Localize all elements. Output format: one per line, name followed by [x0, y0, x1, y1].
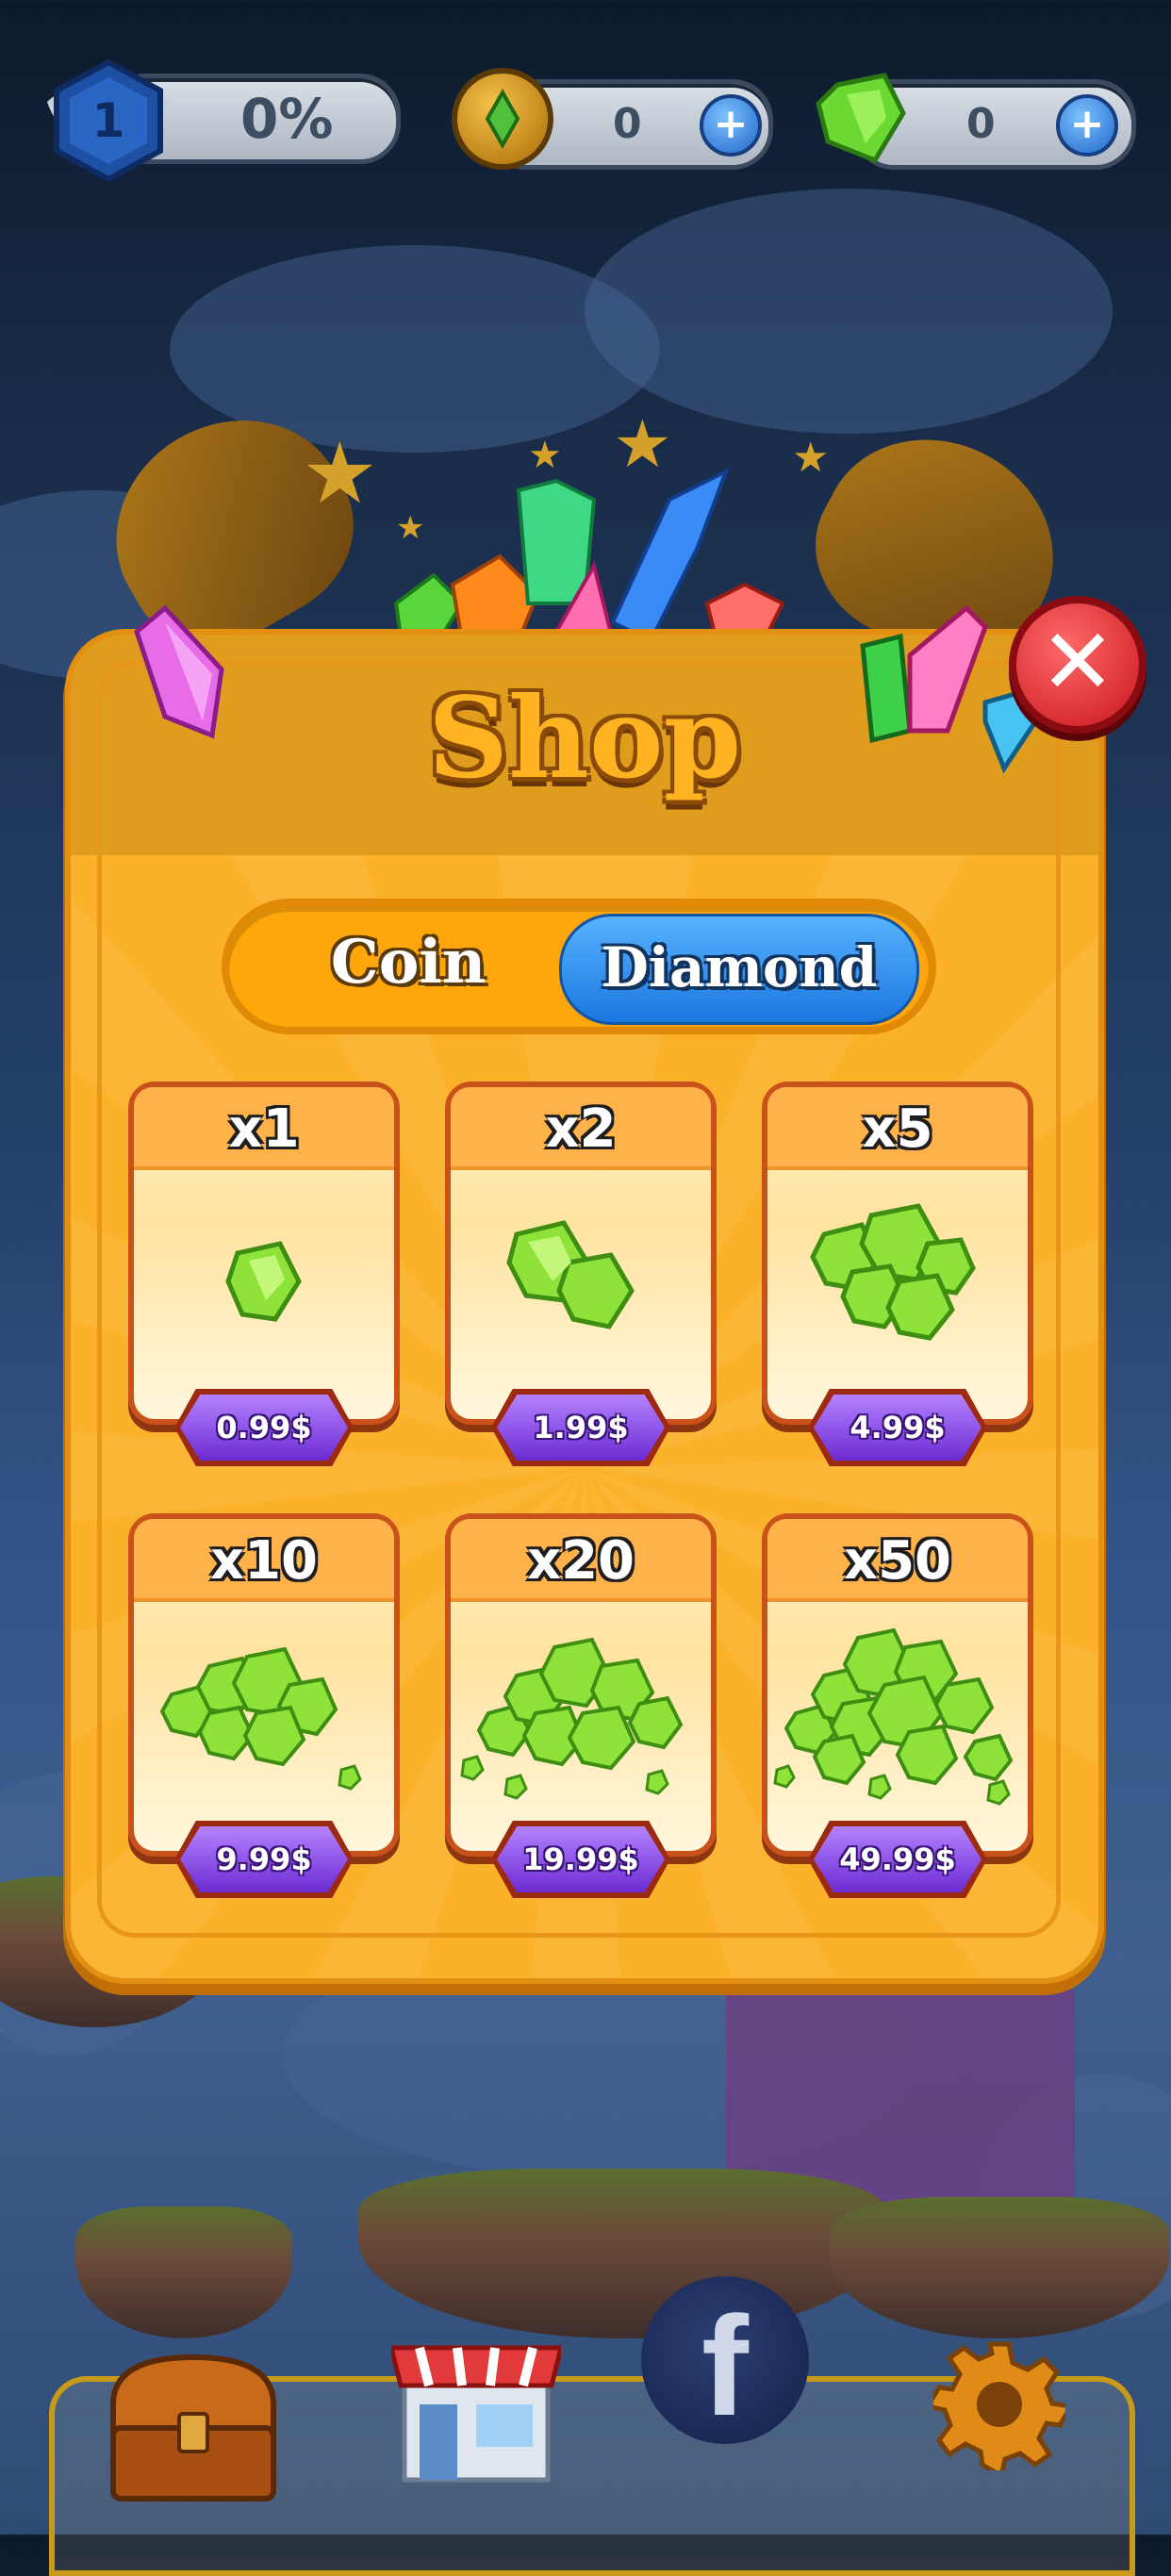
item-quantity: x10 [209, 1530, 319, 1592]
star-decoration: ★ [302, 424, 378, 523]
diamond-pile-icon [506, 1220, 635, 1329]
floating-island [358, 2169, 886, 2338]
price-button[interactable]: 19.99$ [497, 1826, 665, 1892]
settings-gear-icon[interactable] [933, 2338, 1065, 2470]
shop-item-card[interactable]: x50 [767, 1519, 1028, 1851]
coin-icon [457, 74, 548, 164]
price-button[interactable]: 0.99$ [180, 1395, 348, 1461]
facebook-icon: f [701, 2287, 749, 2445]
shop-item-card[interactable]: x20 [451, 1519, 711, 1851]
shop-item-card[interactable]: x10 [134, 1519, 394, 1851]
shop-item-card[interactable]: x5 [767, 1087, 1028, 1419]
price-button[interactable]: 49.99$ [814, 1826, 981, 1892]
close-button[interactable]: ✕ [1016, 603, 1139, 726]
close-x-icon: ✕ [1039, 609, 1116, 715]
tab-diamond[interactable]: Diamond [559, 914, 919, 1025]
item-quantity: x50 [843, 1530, 952, 1592]
price-button[interactable]: 1.99$ [497, 1395, 665, 1461]
item-quantity: x1 [228, 1098, 300, 1160]
coin-count: 0 [613, 100, 642, 148]
shop-item-card[interactable]: x2 [451, 1087, 711, 1419]
add-coins-button[interactable]: + [700, 94, 762, 157]
pink-crystal-decoration [134, 604, 224, 739]
diamond-pile-icon [460, 1637, 684, 1800]
diamond-pile-icon [810, 1203, 976, 1341]
diamond-count: 0 [966, 100, 996, 148]
tab-coin[interactable]: Coin [229, 906, 587, 1027]
item-quantity: x20 [526, 1530, 635, 1592]
item-quantity: x5 [862, 1098, 933, 1160]
green-diamond-icon [816, 73, 906, 164]
price-button[interactable]: 4.99$ [814, 1395, 981, 1461]
level-number: 1 [91, 93, 125, 148]
currency-toggle: Coin Diamond [229, 906, 929, 1027]
crystal-cluster-decoration [393, 467, 785, 644]
item-quantity: x2 [545, 1098, 617, 1160]
store-icon[interactable] [391, 2338, 561, 2489]
diamond-pile-icon [159, 1646, 362, 1791]
progress-percent: 0% [240, 87, 334, 151]
shop-item-card[interactable]: x1 [134, 1087, 394, 1419]
treasure-chest-icon[interactable] [94, 2338, 292, 2508]
diamond-pile-icon [773, 1627, 1014, 1806]
level-badge[interactable]: 1 [38, 55, 179, 187]
facebook-button[interactable]: f [641, 2276, 809, 2445]
floating-island [75, 2206, 292, 2338]
add-diamonds-button[interactable]: + [1056, 94, 1118, 157]
shop-modal: Shop Coin Diamond x1 x2 x5 x10 x20 x50 0… [71, 635, 1098, 1978]
price-button[interactable]: 9.99$ [180, 1826, 348, 1892]
diamond-pile-icon [225, 1241, 302, 1322]
